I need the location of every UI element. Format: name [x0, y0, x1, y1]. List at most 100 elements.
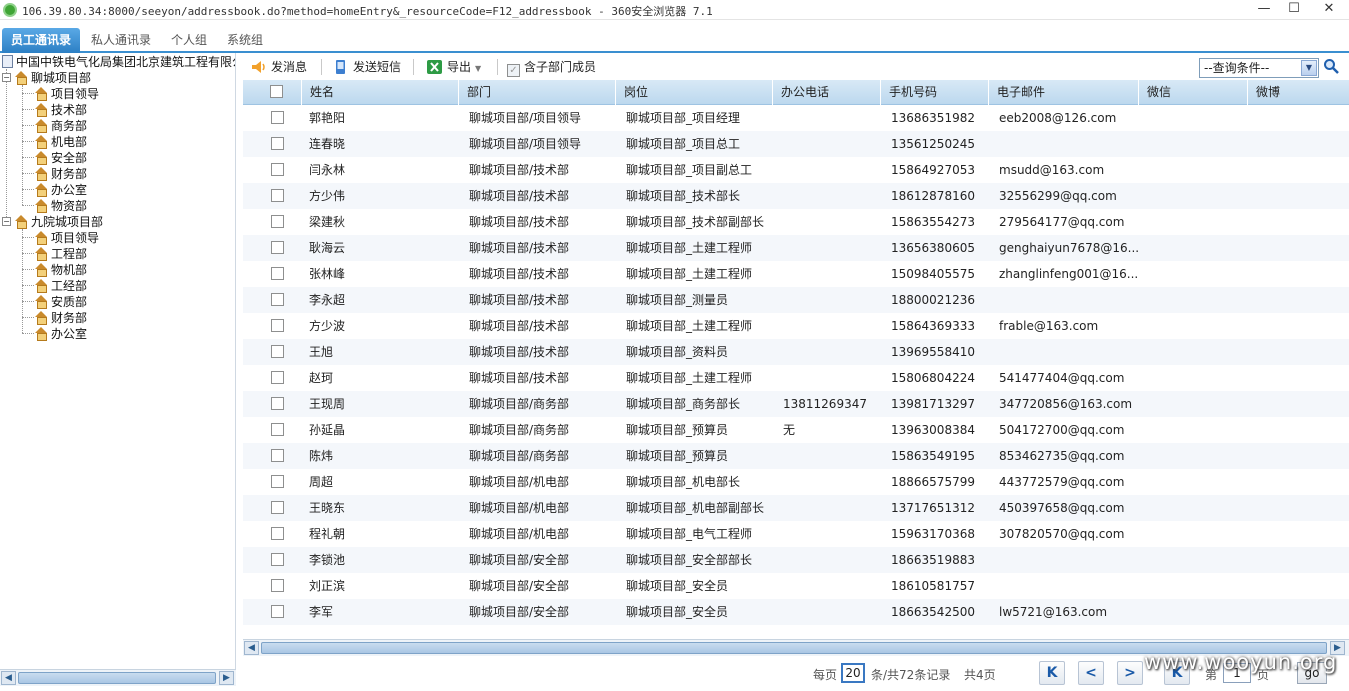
table-row[interactable]: 王现周 聊城项目部/商务部 聊城项目部_商务部长 13811269347 1398171… [243, 391, 1349, 417]
row-checkbox[interactable] [271, 605, 284, 618]
table-row[interactable]: 方少波 聊城项目部/技术部 聊城项目部_土建工程师 15864369333 frable… [243, 313, 1349, 339]
page-size-input[interactable]: 20 [841, 663, 865, 683]
tree-item[interactable]: 项目领导 [34, 230, 99, 246]
table-row[interactable]: 王晓东 聊城项目部/机电部 聊城项目部_机电部副部长 13717651312 45039… [243, 495, 1349, 521]
tab-private-addressbook[interactable]: 私人通讯录 [82, 28, 160, 53]
row-checkbox[interactable] [271, 137, 284, 150]
column-header-email[interactable]: 电子邮件 [988, 80, 1138, 105]
table-row[interactable]: 孙延晶 聊城项目部/商务部 聊城项目部_预算员 无 13963008384 5041727… [243, 417, 1349, 443]
tab-system-group[interactable]: 系统组 [218, 28, 272, 53]
prev-page-button[interactable]: < [1078, 661, 1104, 685]
include-sub-checkbox[interactable]: ✓ 含子部门成员 [507, 58, 596, 77]
house-icon [34, 231, 48, 245]
table-row[interactable]: 李锁池 聊城项目部/安全部 聊城项目部_安全部部长 18663519883 [243, 547, 1349, 573]
tree-horizontal-scrollbar[interactable]: ◀ ▶ [0, 669, 236, 686]
scroll-right-icon[interactable]: ▶ [219, 671, 234, 685]
row-checkbox[interactable] [271, 319, 284, 332]
scrollbar-thumb[interactable] [18, 672, 216, 684]
maximize-button[interactable]: ☐ [1277, 0, 1311, 18]
checkbox-checked-icon[interactable]: ✓ [507, 64, 520, 77]
row-checkbox[interactable] [271, 293, 284, 306]
table-row[interactable]: 赵珂 聊城项目部/技术部 聊城项目部_土建工程师 15806804224 5414774… [243, 365, 1349, 391]
query-condition-select[interactable]: --查询条件-- ▼ [1199, 58, 1319, 78]
table-row[interactable]: 闫永林 聊城项目部/技术部 聊城项目部_项目副总工 15864927053 msudd@… [243, 157, 1349, 183]
tree-item[interactable]: 财务部 [34, 166, 87, 182]
tree-root[interactable]: 中国中铁电气化局集团北京建筑工程有限公司 [2, 54, 235, 70]
row-checkbox[interactable] [271, 267, 284, 280]
row-checkbox[interactable] [271, 553, 284, 566]
table-row[interactable]: 方少伟 聊城项目部/技术部 聊城项目部_技术部长 18612878160 3255629… [243, 183, 1349, 209]
tree-item[interactable]: 物机部 [34, 262, 87, 278]
column-header-office-phone[interactable]: 办公电话 [772, 80, 880, 105]
row-checkbox[interactable] [271, 345, 284, 358]
next-page-button[interactable]: > [1117, 661, 1143, 685]
table-row[interactable]: 连春晓 聊城项目部/项目领导 聊城项目部_项目总工 13561250245 [243, 131, 1349, 157]
tree-item[interactable]: 机电部 [34, 134, 87, 150]
chevron-down-icon[interactable]: ▼ [1301, 60, 1317, 76]
row-checkbox[interactable] [271, 579, 284, 592]
tree-item[interactable]: 项目领导 [34, 86, 99, 102]
column-header-weibo[interactable]: 微博 [1247, 80, 1349, 105]
tree-item[interactable]: 工经部 [34, 278, 87, 294]
table-row[interactable]: 周超 聊城项目部/机电部 聊城项目部_机电部长 18866575799 44377257… [243, 469, 1349, 495]
table-row[interactable]: 耿海云 聊城项目部/技术部 聊城项目部_土建工程师 13656380605 gengha… [243, 235, 1349, 261]
column-header-name[interactable]: 姓名 [301, 80, 458, 105]
table-row[interactable]: 王旭 聊城项目部/技术部 聊城项目部_资料员 13969558410 [243, 339, 1349, 365]
tree-item[interactable]: 财务部 [34, 310, 87, 326]
tree-item[interactable]: 办公室 [34, 182, 87, 198]
tab-personal-group[interactable]: 个人组 [162, 28, 216, 53]
table-row[interactable]: 程礼朝 聊城项目部/机电部 聊城项目部_电气工程师 15963170368 307820… [243, 521, 1349, 547]
tree-item[interactable]: 安全部 [34, 150, 87, 166]
tree-group-jiuyuancheng[interactable]: 九院城项目部 [14, 214, 103, 230]
table-row[interactable]: 张林峰 聊城项目部/技术部 聊城项目部_土建工程师 15098405575 zhangl… [243, 261, 1349, 287]
column-header-department[interactable]: 部门 [458, 80, 615, 105]
table-row[interactable]: 梁建秋 聊城项目部/技术部 聊城项目部_技术部副部长 15863554273 27956… [243, 209, 1349, 235]
tree-expander-liaocheng[interactable]: − [2, 73, 11, 82]
tree-expander-jiuyuancheng[interactable]: − [2, 217, 11, 226]
scroll-left-icon[interactable]: ◀ [244, 641, 259, 655]
org-tree: 中国中铁电气化局集团北京建筑工程有限公司 − 聊城项目部 项目领导 技术部 商务… [0, 53, 236, 669]
tab-staff-addressbook[interactable]: 员工通讯录 [2, 28, 81, 53]
tree-line [22, 125, 34, 126]
select-all-checkbox[interactable] [270, 85, 283, 98]
column-header-position[interactable]: 岗位 [615, 80, 772, 105]
first-page-button[interactable]: K [1039, 661, 1065, 685]
row-checkbox[interactable] [271, 241, 284, 254]
tree-item[interactable]: 商务部 [34, 118, 87, 134]
send-sms-button[interactable]: 发送短信 [333, 58, 401, 76]
scroll-left-icon[interactable]: ◀ [1, 671, 16, 685]
row-checkbox[interactable] [271, 163, 284, 176]
search-icon[interactable] [1323, 58, 1339, 74]
column-header-wechat[interactable]: 微信 [1138, 80, 1247, 105]
row-checkbox[interactable] [271, 371, 284, 384]
row-checkbox[interactable] [271, 215, 284, 228]
row-checkbox[interactable] [271, 475, 284, 488]
table-row[interactable]: 陈炜 聊城项目部/商务部 聊城项目部_预算员 15863549195 853462735… [243, 443, 1349, 469]
tree-item[interactable]: 物资部 [34, 198, 87, 214]
contacts-grid: 姓名 部门 岗位 办公电话 手机号码 电子邮件 微信 微博 郭艳阳 聊城项目部/项… [243, 80, 1349, 640]
close-button[interactable]: ✕ [1311, 0, 1347, 18]
tree-item[interactable]: 办公室 [34, 326, 87, 342]
cell-department: 聊城项目部/机电部 [469, 527, 570, 541]
row-checkbox[interactable] [271, 423, 284, 436]
table-row[interactable]: 李军 聊城项目部/安全部 聊城项目部_安全员 18663542500 lw5721@16… [243, 599, 1349, 625]
send-message-button[interactable]: 发消息 [251, 58, 307, 76]
table-row[interactable]: 李永超 聊城项目部/技术部 聊城项目部_测量员 18800021236 [243, 287, 1349, 313]
row-checkbox[interactable] [271, 449, 284, 462]
tree-item[interactable]: 安质部 [34, 294, 87, 310]
table-row[interactable]: 刘正滨 聊城项目部/安全部 聊城项目部_安全员 18610581757 [243, 573, 1349, 599]
export-dropdown[interactable]: 导出 ▼ [427, 58, 481, 76]
tree-group-liaocheng[interactable]: 聊城项目部 [14, 70, 91, 86]
row-checkbox[interactable] [271, 111, 284, 124]
minimize-button[interactable]: — [1247, 0, 1281, 18]
tree-item[interactable]: 技术部 [34, 102, 87, 118]
tree-item[interactable]: 工程部 [34, 246, 87, 262]
table-row[interactable]: 郭艳阳 聊城项目部/项目领导 聊城项目部_项目经理 13686351982 eeb200… [243, 105, 1349, 131]
cell-mobile: 18866575799 [891, 475, 975, 489]
row-checkbox[interactable] [271, 501, 284, 514]
row-checkbox[interactable] [271, 397, 284, 410]
row-checkbox[interactable] [271, 189, 284, 202]
column-header-mobile[interactable]: 手机号码 [880, 80, 988, 105]
cell-email: msudd@163.com [999, 163, 1105, 177]
row-checkbox[interactable] [271, 527, 284, 540]
